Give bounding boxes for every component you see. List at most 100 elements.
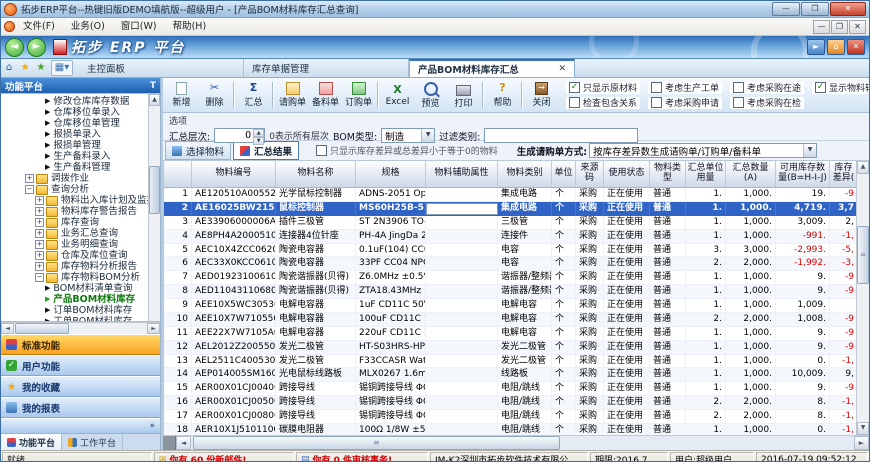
checkbox-icon[interactable] — [569, 97, 580, 108]
chevron-down-icon[interactable]: ▼ — [421, 129, 434, 142]
column-header-物料类型[interactable]: 物料类型 — [650, 161, 686, 187]
table-row[interactable]: 15AER00X01CJ00400跨接导线锡铜跨接导线 Φ0.6×电阻/跳线个采… — [164, 382, 856, 396]
only-diff-checkbox[interactable]: 只显示库存差异或总差异小于等于0的物料 — [313, 145, 501, 157]
table-row[interactable]: 3AE33906000006A0插件三极管ST 2N3906 TO-92A E三… — [164, 216, 856, 230]
menu-item-文件(F)[interactable]: 文件(F) — [15, 19, 63, 35]
sidebar-tab-功能平台[interactable]: 功能平台 — [1, 434, 62, 450]
home-button[interactable]: ⌂ — [827, 39, 845, 55]
tree-item-报损单录入[interactable]: ▶报损单录入 — [1, 129, 160, 140]
checkbox-icon[interactable] — [651, 97, 662, 108]
toolbar-button-Excel[interactable]: XExcel — [381, 79, 414, 111]
table-row[interactable]: 10AEE10X7W7105500电解电容器100uF CD11C 10V ±2… — [164, 313, 856, 327]
scroll-right-icon[interactable]: ► — [147, 323, 160, 334]
result-tab-汇总结果[interactable]: 汇总结果 — [233, 141, 299, 160]
add-favorite-icon[interactable]: ★ — [33, 59, 49, 77]
table-vscrollbar[interactable]: ▲ ▼ — [856, 161, 869, 435]
table-row[interactable]: 18AER10X1J5101100碳膜电阻器100Ω 1/8W ±5% Φ1.电… — [164, 424, 856, 435]
table-row[interactable]: 6AEC33X0KCC06100陶瓷电容器33PF CC04 NPO 50V ±… — [164, 257, 856, 271]
checkbox-显示物料辅助属性[interactable]: ✓显示物料辅助属性 — [812, 82, 870, 94]
table-hscrollbar[interactable]: ◄ ► — [163, 435, 869, 450]
column-header-物料编号[interactable]: 物料编号 — [192, 161, 276, 187]
table-row[interactable]: 12AEL2012Z2005500发光二极管HT-S03HRS-HP (德镐科发… — [164, 341, 856, 355]
tree-hscrollbar[interactable]: ◄ ► — [1, 322, 160, 334]
tab-库存单据管理[interactable]: 库存单据管理 — [244, 59, 409, 77]
panel-我的收藏[interactable]: ★我的收藏 — [1, 376, 160, 397]
home-icon[interactable]: ⌂ — [1, 59, 17, 77]
column-header-rownum[interactable] — [164, 161, 192, 187]
scroll-down-icon[interactable]: ▼ — [857, 422, 869, 435]
table-row[interactable]: 4AE8PH4A20005100连接器4位针座PH-4A JingDa 2.0-… — [164, 230, 856, 244]
tree-scroll-thumb[interactable] — [149, 166, 160, 214]
expand-plus-icon[interactable]: + — [35, 240, 44, 249]
scroll-up-icon[interactable]: ▲ — [857, 161, 869, 174]
checkbox-考虑采购在检[interactable]: 考虑采购在检 — [730, 97, 804, 109]
window-list-icon[interactable]: ▦▾ — [51, 60, 73, 76]
summary-level-stepper[interactable]: ▲ ▼ — [214, 128, 265, 143]
tab-主控面板[interactable]: 主控面板 — [79, 59, 244, 77]
sidebar-tab-工作平台[interactable]: 工作平台 — [62, 434, 123, 450]
tree-item-物料库存警告报告[interactable]: +物料库存警告报告 — [1, 206, 160, 217]
panel-overflow-chevron[interactable]: » — [1, 418, 160, 433]
column-header-汇总单位用量[interactable]: 汇总单位用量 — [686, 161, 726, 187]
tree-item-业务汇总查询[interactable]: +业务汇总查询 — [1, 228, 160, 239]
expand-plus-icon[interactable]: + — [35, 251, 44, 260]
toolbar-button-新增[interactable]: 新增 — [165, 79, 198, 111]
checkbox-icon[interactable] — [733, 82, 744, 93]
menu-item-帮助(H)[interactable]: 帮助(H) — [165, 19, 215, 35]
close-icon[interactable]: ✕ — [558, 64, 566, 74]
tree-item-库存物料BOM分析[interactable]: −库存物料BOM分析 — [1, 272, 160, 283]
pin-icon[interactable]: T — [150, 81, 156, 91]
tree-item-查询分析[interactable]: −查询分析 — [1, 184, 160, 195]
panel-用户功能[interactable]: ✓用户功能 — [1, 355, 160, 376]
checkbox-icon[interactable] — [733, 97, 744, 108]
table-row[interactable]: 14AEP014005SM1601光电鼠标线路板MLX0267 1.6mm 94… — [164, 368, 856, 382]
tree-item-修改仓库库存数据[interactable]: ▶修改仓库库存数据 — [1, 96, 160, 107]
stepper-up-icon[interactable]: ▲ — [253, 129, 264, 137]
column-header-物料类别[interactable]: 物料类别 — [498, 161, 552, 187]
menu-item-窗口(W)[interactable]: 窗口(W) — [113, 19, 165, 35]
tree-item-报损单管理[interactable]: ▶报损单管理 — [1, 140, 160, 151]
maximize-button[interactable]: ❐ — [801, 2, 829, 16]
column-header-库存差异([interactable]: 库存差异( — [830, 161, 858, 187]
toolbar-button-预览[interactable]: 预览 — [414, 79, 447, 111]
expand-minus-icon[interactable]: − — [35, 273, 44, 282]
hscroll-track[interactable] — [191, 436, 854, 450]
tree-item-BOM材料清单查询[interactable]: ▶BOM材料清单查询 — [1, 283, 160, 294]
toolbar-button-删除[interactable]: ✂删除 — [198, 79, 231, 111]
tree-hscroll-thumb[interactable] — [15, 323, 69, 334]
table-row[interactable]: 1AE120510A005528光学鼠标控制器ADNS-2051 Optical… — [164, 188, 856, 202]
table-row[interactable]: 13AEL2511C4005300发光二极管F33CCASR Water Cle… — [164, 355, 856, 369]
column-header-规格[interactable]: 规格 — [356, 161, 426, 187]
favorites-icon[interactable]: ★ — [17, 59, 33, 77]
result-tab-选择物料[interactable]: 选择物料 — [165, 141, 231, 160]
checkbox-icon[interactable] — [651, 82, 662, 93]
tree-item-物料出入库计划及监控[interactable]: +物料出入库计划及监控 — [1, 195, 160, 206]
table-row[interactable]: 9AEE10X5WC305300电解电容器1uF CD11C 50V ±20%电… — [164, 299, 856, 313]
close-button[interactable]: ✕ — [830, 2, 866, 16]
generate-mode-select[interactable]: 按库存差异数生成请购单/订购单/备料单 ▼ — [589, 143, 817, 158]
scroll-left-icon[interactable]: ◄ — [1, 323, 14, 334]
checkbox-考虑生产工单[interactable]: 考虑生产工单 — [648, 82, 722, 94]
toolbar-button-关闭[interactable]: →关闭 — [525, 79, 558, 111]
mdi-restore-button[interactable]: ❐ — [831, 20, 848, 34]
tree-item-订单BOM材料库存[interactable]: ▶订单BOM材料库存 — [1, 305, 160, 316]
toolbar-button-请购单[interactable]: 请购单 — [276, 79, 309, 111]
tree-item-业务明细查询[interactable]: +业务明细查询 — [1, 239, 160, 250]
checkbox-考虑采购申请[interactable]: 考虑采购申请 — [648, 97, 722, 109]
tree-item-仓库移位单管理[interactable]: ▶仓库移位单管理 — [1, 118, 160, 129]
checkbox-考虑采购在途[interactable]: 考虑采购在途 — [730, 82, 804, 94]
tree-item-库存查询[interactable]: +库存查询 — [1, 217, 160, 228]
toolbar-button-帮助[interactable]: ?帮助 — [486, 79, 519, 111]
checkbox-icon[interactable]: ✓ — [569, 82, 580, 93]
column-header-可用库存数量(B=H-I-J)[interactable]: 可用库存数量(B=H-I-J) — [776, 161, 830, 187]
column-header-物料名称[interactable]: 物料名称 — [276, 161, 356, 187]
table-row[interactable]: 2AE16025BW21570鼠标控制器MS60H25B-513Mexar集成电… — [164, 202, 856, 216]
chevron-down-icon[interactable]: ▼ — [803, 144, 816, 157]
tree-item-生产备料录入[interactable]: ▶生产备料录入 — [1, 151, 160, 162]
column-header-汇总数量(A)[interactable]: 汇总数量(A) — [726, 161, 776, 187]
table-row[interactable]: 5AEC10X4ZCC06200陶瓷电容器0.1uF(104) CC05 T5V… — [164, 244, 856, 258]
summary-level-input[interactable] — [215, 129, 253, 142]
toolbar-button-备料单[interactable]: 备料单 — [309, 79, 342, 111]
scroll-up-icon[interactable]: ▲ — [149, 94, 160, 106]
column-header-使用状态[interactable]: 使用状态 — [604, 161, 650, 187]
